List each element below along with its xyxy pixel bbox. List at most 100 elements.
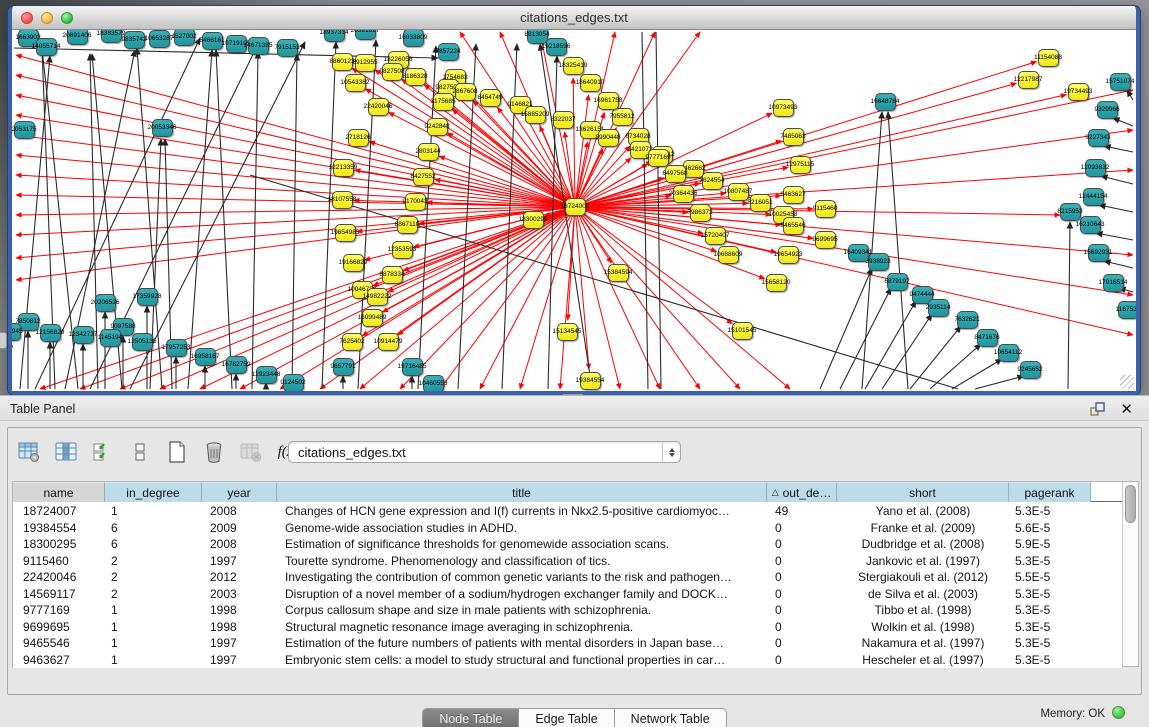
network-node[interactable]: 9227343 <box>1088 129 1109 147</box>
float-panel-icon[interactable] <box>1090 402 1105 416</box>
network-hub-node[interactable]: 18724007 <box>565 198 586 216</box>
network-node[interactable]: 15134545 <box>557 323 578 341</box>
network-node[interactable]: 7485063 <box>783 128 804 146</box>
network-node[interactable]: 10460553 <box>423 375 444 391</box>
network-node[interactable]: 12156829 <box>40 324 61 342</box>
network-node[interactable]: 8454749 <box>480 89 501 107</box>
network-node[interactable]: 8878334 <box>382 266 403 284</box>
network-node[interactable]: 2867608 <box>455 83 476 101</box>
table-row[interactable]: 946554611997Estimation of the future num… <box>13 635 1122 652</box>
column-header-indegree[interactable]: in_degree <box>105 482 202 502</box>
network-node[interactable]: 12217987 <box>1018 71 1039 89</box>
network-node[interactable]: 15658120 <box>766 274 787 292</box>
network-node[interactable]: 12353593 <box>392 241 413 259</box>
network-node[interactable]: 10807487 <box>728 183 749 201</box>
network-node[interactable]: 2803144 <box>418 143 439 161</box>
network-node[interactable]: 9245652 <box>1020 361 1041 379</box>
network-node[interactable]: 12444154 <box>1083 188 1104 206</box>
network-node[interactable]: 7632621 <box>957 311 978 329</box>
network-node[interactable]: 15751074 <box>1110 73 1131 91</box>
network-node[interactable]: 2718126 <box>348 129 369 147</box>
network-node[interactable]: 14982222 <box>367 288 388 306</box>
network-node[interactable]: 8860123 <box>332 53 353 71</box>
network-node[interactable]: 9170043 <box>405 193 426 211</box>
network-node[interactable]: 12342737 <box>73 326 94 344</box>
close-panel-icon[interactable]: ✕ <box>1120 400 1133 418</box>
network-node[interactable]: 7915153 <box>277 39 298 57</box>
network-node[interactable]: 19734493 <box>1068 83 1089 101</box>
create-table-icon[interactable] <box>164 439 190 465</box>
network-node[interactable]: 9657791 <box>333 358 354 376</box>
network-node[interactable]: 7986372 <box>690 204 711 222</box>
network-node[interactable]: 9463627 <box>783 186 804 204</box>
table-row[interactable]: 977716911998Corpus callosum shape and si… <box>13 602 1122 619</box>
network-node[interactable]: 7625402 <box>342 333 363 351</box>
network-node[interactable]: 15384594 <box>608 264 629 282</box>
network-node[interactable]: 18383579 <box>101 30 122 43</box>
network-node[interactable]: 8912955 <box>355 54 376 72</box>
table-row[interactable]: 911546021997Tourette syndrome. Phenomeno… <box>13 553 1122 570</box>
network-node[interactable]: 18937314 <box>324 30 345 42</box>
network-node[interactable]: 6497568 <box>665 165 686 183</box>
network-node[interactable]: 8322037 <box>553 111 574 129</box>
table-row[interactable]: 2242004622012Investigating the contribut… <box>13 569 1122 586</box>
network-node[interactable]: 8215953 <box>1060 203 1081 221</box>
network-node[interactable]: 8471676 <box>977 329 998 347</box>
show-columns-icon[interactable] <box>53 439 79 465</box>
table-select-dropdown[interactable]: citations_edges.txt <box>288 441 681 463</box>
network-node[interactable]: 12975115 <box>790 156 811 174</box>
network-node[interactable]: 16210643 <box>1080 216 1101 234</box>
network-node[interactable]: 19654985 <box>335 224 356 242</box>
network-node[interactable]: 12213359 <box>333 159 354 177</box>
network-node[interactable]: 12505135 <box>132 333 153 351</box>
network-node[interactable]: 16648784 <box>875 93 896 111</box>
network-node[interactable]: 19716485 <box>402 358 423 376</box>
network-node[interactable]: 22420046 <box>368 98 389 116</box>
network-node[interactable]: 16782759 <box>226 356 247 374</box>
network-node[interactable]: 10973493 <box>773 99 794 117</box>
network-node[interactable]: 16409341 <box>848 244 869 262</box>
network-node[interactable]: 17359928 <box>137 288 158 306</box>
network-node[interactable]: 14671385 <box>248 37 269 55</box>
network-node[interactable]: 1145194 <box>100 329 121 347</box>
network-node[interactable]: 3175685 <box>433 93 454 111</box>
network-node[interactable]: 20206526 <box>95 294 116 312</box>
collapsed-panel-handle[interactable] <box>0 332 7 349</box>
network-node[interactable]: 9835742 <box>124 31 145 49</box>
delete-attribute-icon[interactable] <box>201 439 227 465</box>
network-node[interactable]: 16958167 <box>195 348 216 366</box>
network-node[interactable]: 11154088 <box>1038 49 1059 67</box>
network-node[interactable]: 16033809 <box>403 30 424 47</box>
delete-table-icon[interactable] <box>238 439 264 465</box>
network-node[interactable]: 19654923 <box>778 246 799 264</box>
table-row[interactable]: 1830029562008Estimation of significance … <box>13 536 1122 553</box>
network-node[interactable]: 10914479 <box>378 333 399 351</box>
network-node[interactable]: 14055714 <box>36 38 57 56</box>
network-node[interactable]: 12093832 <box>1085 159 1106 177</box>
memory-ok-icon[interactable] <box>1112 706 1125 719</box>
network-node[interactable]: 9827508 <box>382 63 403 81</box>
table-row[interactable]: 969969511998Structural magnetic resonanc… <box>13 619 1122 636</box>
network-node[interactable]: 9124502 <box>283 374 304 391</box>
table-row[interactable]: 1872400712008Changes of HCN gene express… <box>13 503 1122 520</box>
network-node[interactable]: 2935114 <box>928 299 949 317</box>
network-node[interactable]: 18640910 <box>580 74 601 92</box>
row-height-icon[interactable] <box>127 439 153 465</box>
column-header-outde[interactable]: △out_de… <box>767 482 837 502</box>
column-header-name[interactable]: name <box>13 482 105 502</box>
window-titlebar[interactable]: citations_edges.txt <box>12 6 1136 30</box>
table-settings-icon[interactable] <box>16 439 42 465</box>
network-canvas[interactable]: 1663903140557142069140618383579983574210… <box>12 30 1136 391</box>
column-header-year[interactable]: year <box>202 482 277 502</box>
network-node[interactable]: 10654112 <box>998 344 1019 362</box>
table-row[interactable]: 1456911722003Disruption of a novel membe… <box>13 586 1122 603</box>
network-node[interactable]: 16099489 <box>362 309 383 327</box>
network-node[interactable]: 15692931 <box>1088 244 1109 262</box>
network-node[interactable]: 6879197 <box>887 273 908 291</box>
network-node[interactable]: 15101545 <box>732 322 753 340</box>
network-node[interactable]: 10688609 <box>718 246 739 264</box>
window-resize-grip[interactable] <box>1120 375 1134 389</box>
network-node[interactable]: 10653287 <box>149 30 170 48</box>
network-node[interactable]: 1527002 <box>174 30 195 46</box>
scrollbar-thumb[interactable] <box>1125 485 1136 523</box>
